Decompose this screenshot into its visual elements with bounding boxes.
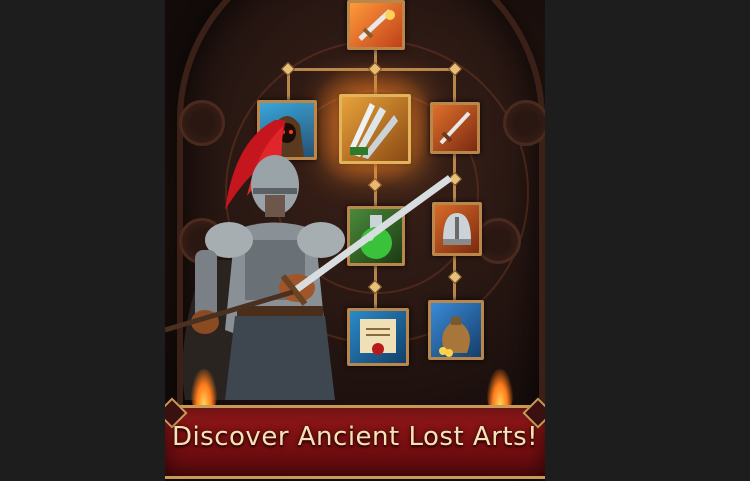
flaming-sword-skill-tile[interactable] bbox=[347, 0, 405, 50]
flaming-sword-icon bbox=[358, 9, 395, 41]
right-celtic-emblem-icon bbox=[503, 100, 545, 146]
banner-text: Discover Ancient Lost Arts! bbox=[171, 422, 539, 452]
armored-knight-character bbox=[165, 120, 453, 400]
promo-banner: Discover Ancient Lost Arts! bbox=[165, 397, 545, 479]
game-promo-panel: Discover Ancient Lost Arts! bbox=[165, 0, 545, 481]
